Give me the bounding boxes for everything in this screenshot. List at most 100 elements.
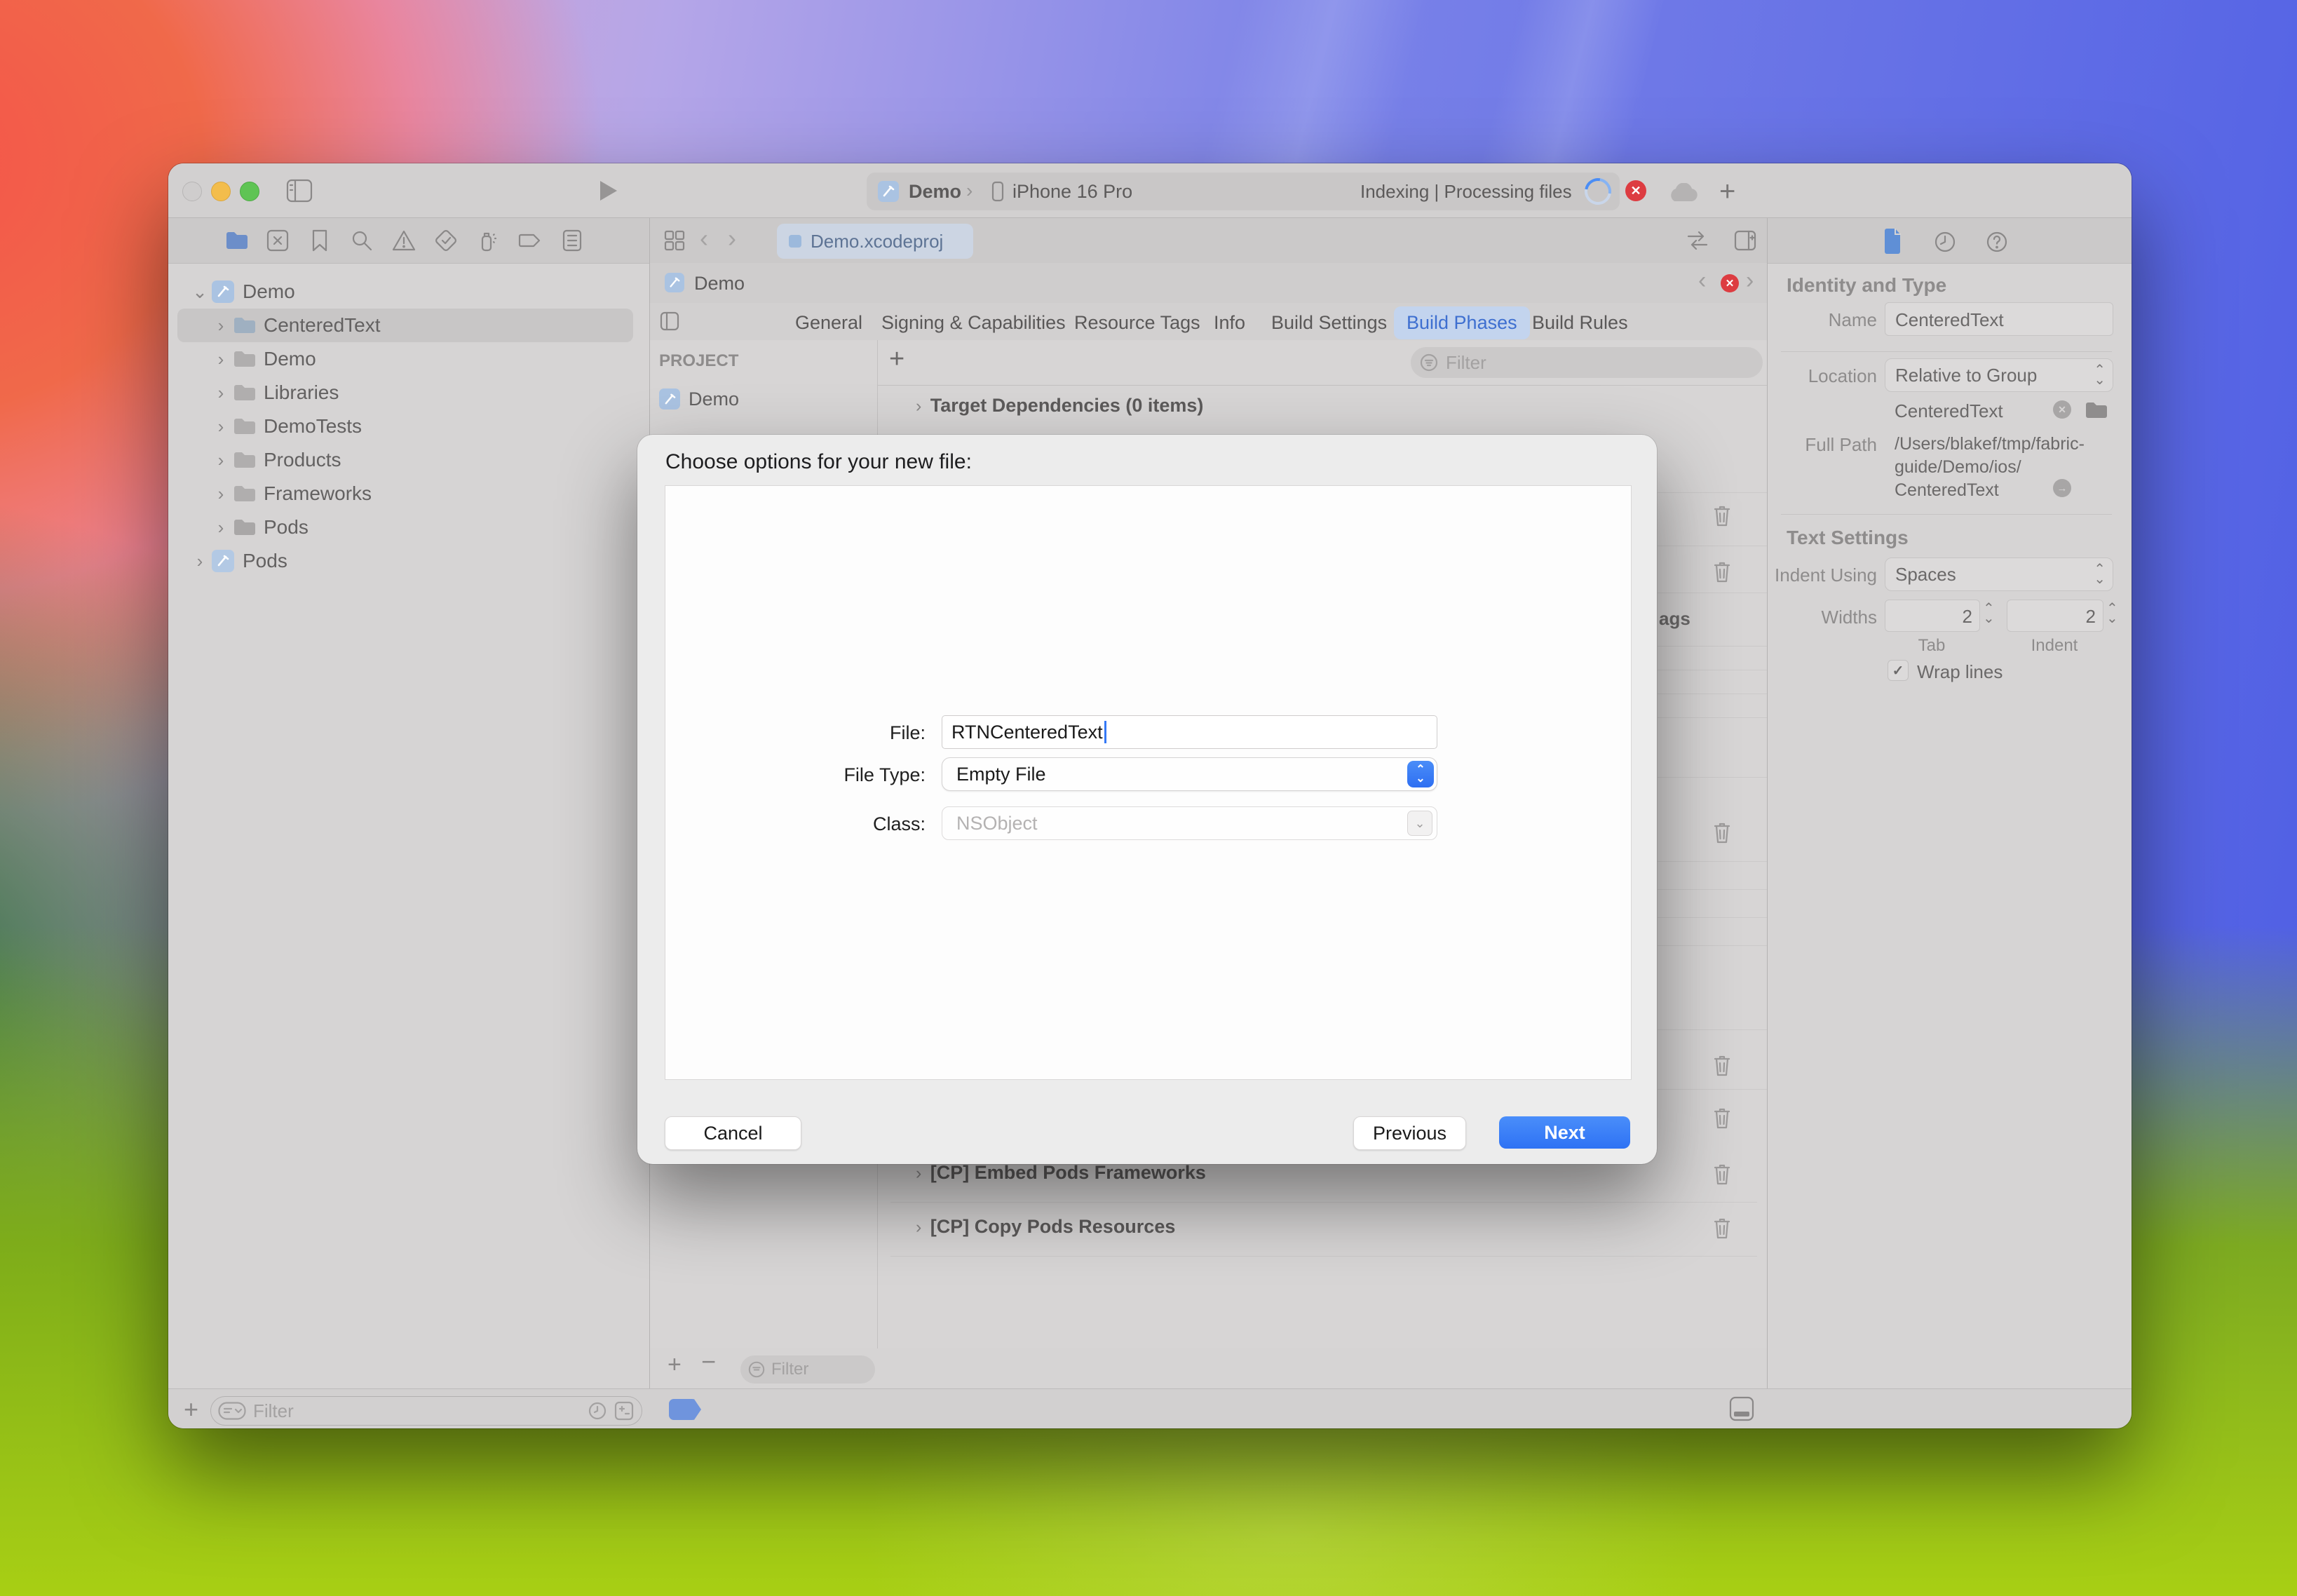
destination-name[interactable]: iPhone 16 Pro xyxy=(1012,181,1132,203)
cancel-button[interactable]: Cancel xyxy=(665,1116,801,1150)
location-popup[interactable]: Relative to Group ⌃⌄ xyxy=(1885,358,2113,392)
tree-item-demo-project[interactable]: ⌄ Demo xyxy=(191,275,639,309)
report-navigator-icon[interactable] xyxy=(560,228,585,253)
indent-using-popup[interactable]: Spaces ⌃⌄ xyxy=(1885,557,2113,591)
inspector-divider[interactable] xyxy=(1767,218,1768,1428)
target-dependencies-row[interactable]: › Target Dependencies (0 items) xyxy=(916,395,1203,417)
phases-filter-field[interactable]: Filter xyxy=(1411,347,1763,378)
debug-navigator-icon[interactable] xyxy=(475,228,501,253)
disclosure-closed-icon[interactable]: › xyxy=(916,1217,921,1237)
trash-icon[interactable] xyxy=(1711,1053,1733,1078)
run-button-icon[interactable] xyxy=(596,179,620,203)
tab-info[interactable]: Info xyxy=(1214,312,1245,334)
tree-item-frameworks[interactable]: › Frameworks xyxy=(212,477,632,510)
indent-width-stepper[interactable]: ⌃⌄ xyxy=(2106,604,2118,623)
copy-pods-row[interactable]: › [CP] Copy Pods Resources xyxy=(916,1216,1175,1238)
tree-item-products[interactable]: › Products xyxy=(212,443,632,477)
disclosure-closed-icon[interactable]: › xyxy=(212,483,230,505)
tab-general[interactable]: General xyxy=(795,312,862,334)
wrap-lines-checkbox[interactable]: ✓ xyxy=(1888,660,1909,681)
disclosure-closed-icon[interactable]: › xyxy=(212,349,230,370)
editor-tab[interactable]: Demo.xcodeproj xyxy=(777,224,973,259)
error-badge[interactable]: ✕ xyxy=(1625,180,1646,201)
tab-resource-tags[interactable]: Resource Tags xyxy=(1074,312,1200,334)
tree-item-demotests[interactable]: › DemoTests xyxy=(212,410,632,443)
trash-icon[interactable] xyxy=(1711,559,1733,584)
disclosure-closed-icon[interactable]: › xyxy=(212,315,230,337)
add-target-button[interactable]: + xyxy=(668,1351,682,1379)
tab-width-field[interactable]: 2 xyxy=(1885,600,1980,632)
disclosure-closed-icon[interactable]: › xyxy=(191,550,209,572)
tree-item-centeredtext[interactable]: › CenteredText xyxy=(212,309,632,342)
trash-icon[interactable] xyxy=(1711,1161,1733,1186)
indent-width-field[interactable]: 2 xyxy=(2007,600,2103,632)
breakpoint-navigator-icon[interactable] xyxy=(517,228,543,253)
navigator-filter-field[interactable]: Filter xyxy=(210,1396,642,1426)
clear-location-icon[interactable]: ✕ xyxy=(2053,400,2071,419)
trash-icon[interactable] xyxy=(1711,1215,1733,1240)
back-chevron-icon[interactable]: ‹ xyxy=(700,224,708,253)
project-item-demo[interactable]: Demo xyxy=(659,382,862,416)
trash-icon[interactable] xyxy=(1711,503,1733,528)
editor-sidebar-toggle-icon[interactable] xyxy=(659,311,680,332)
cloud-icon[interactable] xyxy=(1666,183,1698,203)
add-phase-button[interactable]: + xyxy=(889,344,904,374)
jumpbar-error-badge[interactable]: ✕ xyxy=(1721,274,1739,292)
reveal-path-icon[interactable]: → xyxy=(2053,479,2071,497)
scm-filter-icon[interactable] xyxy=(614,1400,635,1421)
forward-chevron-icon[interactable]: › xyxy=(728,224,736,253)
disclosure-closed-icon[interactable]: › xyxy=(212,449,230,471)
bookmark-navigator-icon[interactable] xyxy=(307,228,332,253)
history-inspector-icon[interactable] xyxy=(1932,229,1958,255)
next-button[interactable]: Next xyxy=(1499,1116,1630,1149)
file-type-popup[interactable]: Empty File ⌃⌄ xyxy=(942,757,1437,791)
tree-item-pods-project[interactable]: › Pods xyxy=(191,544,639,578)
file-inspector-icon[interactable] xyxy=(1882,228,1903,255)
find-navigator-icon[interactable] xyxy=(349,228,374,253)
tab-signing[interactable]: Signing & Capabilities xyxy=(881,312,1066,334)
disclosure-closed-icon[interactable]: › xyxy=(212,382,230,404)
file-name-input[interactable]: RTNCenteredText xyxy=(942,715,1437,749)
navigator-toggle-icon[interactable] xyxy=(286,179,313,203)
disclosure-closed-icon[interactable]: › xyxy=(916,1163,921,1183)
choose-folder-icon[interactable] xyxy=(2084,400,2109,420)
tree-item-pods-group[interactable]: › Pods xyxy=(212,510,632,544)
recent-filter-icon[interactable] xyxy=(587,1400,608,1421)
disclosure-closed-icon[interactable]: › xyxy=(212,416,230,438)
jumpbar-item[interactable]: Demo xyxy=(694,273,745,295)
previous-button[interactable]: Previous xyxy=(1353,1116,1466,1150)
zoom-button[interactable] xyxy=(240,182,259,201)
tab-build-phases[interactable]: Build Phases xyxy=(1394,306,1530,339)
source-control-navigator-icon[interactable] xyxy=(265,228,290,253)
tab-width-stepper[interactable]: ⌃⌄ xyxy=(1983,604,1995,623)
remove-target-button[interactable]: − xyxy=(701,1347,716,1377)
tree-item-libraries[interactable]: › Libraries xyxy=(212,376,632,410)
project-navigator-icon[interactable] xyxy=(224,228,250,253)
disclosure-open-icon[interactable]: ⌄ xyxy=(191,281,209,303)
jumpbar-next-issue-icon[interactable]: › xyxy=(1746,267,1754,295)
add-editor-icon[interactable] xyxy=(1733,229,1757,252)
trash-icon[interactable] xyxy=(1711,1105,1733,1130)
test-navigator-icon[interactable] xyxy=(433,228,459,253)
name-field[interactable]: CenteredText xyxy=(1885,302,2113,336)
jumpbar-prev-issue-icon[interactable]: ‹ xyxy=(1698,267,1706,295)
close-button[interactable] xyxy=(182,182,202,201)
targets-filter-field[interactable]: Filter xyxy=(740,1355,875,1384)
class-combo[interactable]: NSObject ⌄ xyxy=(942,806,1437,840)
minimize-button[interactable] xyxy=(211,182,231,201)
disclosure-closed-icon[interactable]: › xyxy=(916,396,921,416)
debug-area-toggle-icon[interactable] xyxy=(1728,1395,1756,1423)
tab-build-rules[interactable]: Build Rules xyxy=(1532,312,1628,334)
tree-item-demo-group[interactable]: › Demo xyxy=(212,342,632,376)
tab-overview-icon[interactable] xyxy=(663,229,686,252)
add-button-icon[interactable]: + xyxy=(1719,176,1735,208)
quick-help-inspector-icon[interactable] xyxy=(1984,229,2010,255)
trash-icon[interactable] xyxy=(1711,820,1733,845)
embed-pods-row[interactable]: › [CP] Embed Pods Frameworks xyxy=(916,1162,1206,1184)
scheme-name[interactable]: Demo xyxy=(909,181,961,203)
split-editor-icon[interactable] xyxy=(1686,229,1709,252)
disclosure-closed-icon[interactable]: › xyxy=(212,517,230,539)
tab-build-settings[interactable]: Build Settings xyxy=(1271,312,1387,334)
issue-navigator-icon[interactable] xyxy=(391,228,416,253)
navigator-add-button[interactable]: + xyxy=(184,1395,198,1424)
